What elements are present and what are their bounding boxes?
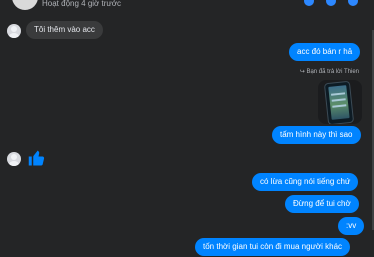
contact-avatar-small[interactable] [7, 152, 21, 166]
video-call-icon[interactable] [326, 0, 336, 6]
header-actions [304, 0, 358, 6]
contact-avatar[interactable] [12, 0, 38, 10]
info-icon[interactable] [348, 0, 358, 6]
call-icon[interactable] [304, 0, 314, 6]
conversation-header: Hoạt động 4 giờ trước [0, 0, 374, 12]
outgoing-message[interactable]: acc đó bán r hả [289, 43, 361, 61]
outgoing-message[interactable]: Đừng để tui chờ [285, 195, 359, 213]
phone-photo [324, 81, 354, 124]
replied-photo[interactable] [318, 80, 362, 124]
outgoing-message[interactable]: tấm hình này thì sao [272, 126, 361, 144]
contact-avatar-small[interactable] [7, 24, 21, 38]
outgoing-message[interactable]: có lừa cũng nói tiếng chứ [252, 173, 359, 191]
reply-note-text: Bạn đã trả lời Thien [306, 69, 359, 75]
outgoing-message[interactable]: :vv [338, 217, 365, 235]
incoming-message[interactable]: Tôi thêm vào acc [26, 21, 103, 39]
like-thumb-icon[interactable] [28, 149, 46, 167]
contact-status: Hoạt động 4 giờ trước [42, 0, 121, 8]
outgoing-message[interactable]: tốn thời gian tui còn đi mua người khác [195, 238, 351, 256]
reply-note: ↪ Bạn đã trả lời Thien [300, 68, 359, 76]
